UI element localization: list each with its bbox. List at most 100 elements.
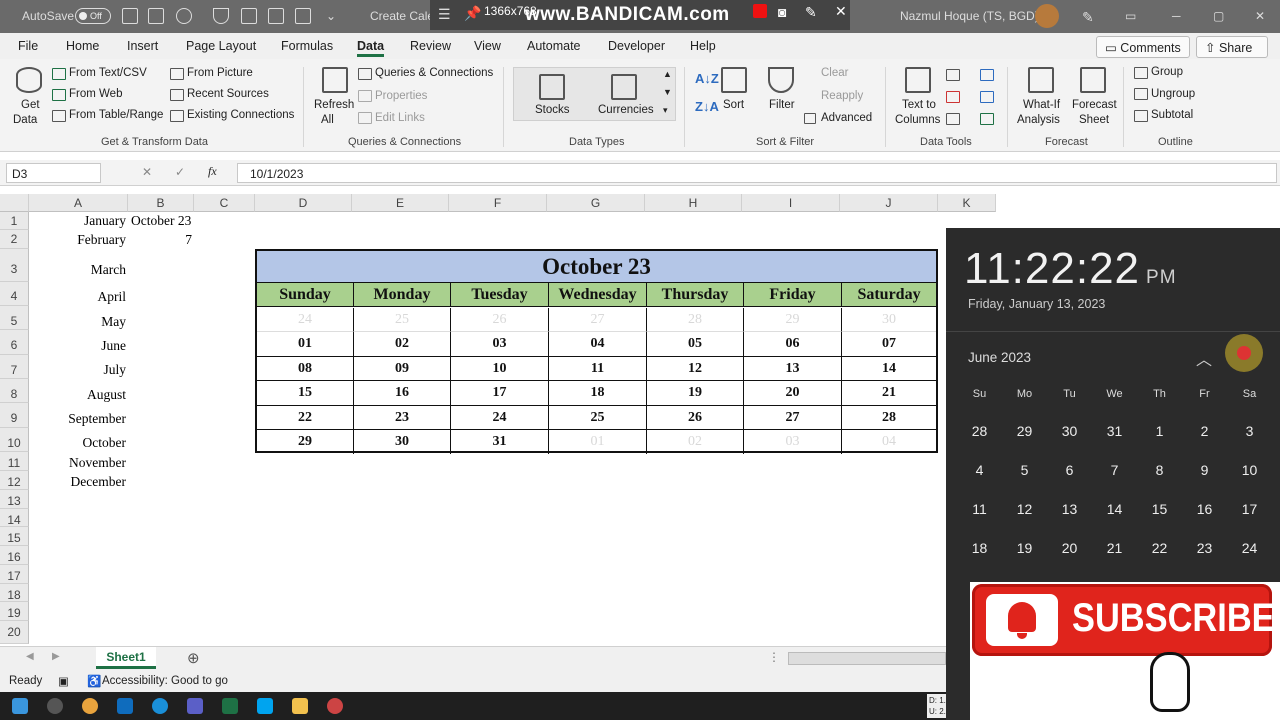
mini-calendar-day[interactable]: 6 [1047, 462, 1092, 478]
outlook-icon[interactable] [117, 698, 133, 714]
insert-function-icon[interactable]: fx [208, 164, 217, 179]
row-header[interactable]: 18 [0, 584, 29, 602]
calendar-day-cell[interactable]: 02 [354, 332, 451, 357]
calendar-day-cell[interactable]: 16 [354, 381, 451, 406]
calendar-day-cell[interactable]: 02 [647, 430, 744, 455]
currencies-button[interactable]: Currencies [598, 104, 654, 116]
column-header[interactable]: H [645, 194, 742, 212]
row-header[interactable]: 1 [0, 212, 29, 230]
data-validation-icon[interactable] [946, 113, 960, 125]
column-header[interactable]: B [128, 194, 194, 212]
calendar-day-cell[interactable]: 30 [842, 308, 936, 333]
tab-view[interactable]: View [474, 39, 501, 53]
day-header[interactable]: Wednesday [549, 283, 647, 307]
record-icon[interactable] [753, 4, 767, 18]
recent-sources-button[interactable]: Recent Sources [187, 88, 269, 100]
calendar-day-cell[interactable]: 31 [451, 430, 549, 455]
calendar-table[interactable]: October 23 Sunday Monday Tuesday Wednesd… [255, 249, 938, 455]
row-header[interactable]: 11 [0, 452, 29, 471]
day-header[interactable]: Monday [354, 283, 451, 307]
mini-calendar-day[interactable]: 3 [1227, 423, 1272, 439]
calendar-day-cell[interactable]: 27 [549, 308, 647, 333]
menu-icon[interactable]: ☰ [438, 6, 451, 23]
calendar-day-cell[interactable]: 11 [549, 356, 647, 382]
filter-qat-icon[interactable] [213, 8, 229, 24]
clear-button[interactable]: Clear [821, 67, 848, 79]
mini-calendar-day[interactable]: 21 [1092, 540, 1137, 556]
refresh-all-button[interactable]: Refresh [314, 99, 354, 111]
group-button[interactable]: Group [1151, 66, 1183, 78]
filter-button[interactable]: Filter [769, 99, 795, 111]
reapply-button[interactable]: Reapply [821, 90, 863, 102]
cell-a3[interactable]: March [91, 262, 126, 278]
calendar-day-cell[interactable]: 25 [354, 308, 451, 333]
chevron-up-icon[interactable]: ︿ [1196, 346, 1212, 370]
mini-calendar-day[interactable]: 14 [1092, 501, 1137, 517]
column-header[interactable]: D [255, 194, 352, 212]
row-header[interactable]: 16 [0, 546, 29, 565]
formula-input[interactable]: 10/1/2023 [237, 163, 1277, 183]
mini-calendar-day[interactable]: 30 [1047, 423, 1092, 439]
row-header[interactable]: 14 [0, 509, 29, 527]
calendar-day-cell[interactable]: 07 [842, 332, 936, 357]
accessibility-status[interactable]: Accessibility: Good to go [102, 675, 228, 687]
stocks-button[interactable]: Stocks [535, 104, 570, 116]
save-icon[interactable] [122, 8, 138, 24]
bandicam-icon[interactable] [327, 698, 343, 714]
chevron-down-icon[interactable] [1237, 346, 1251, 360]
ribbon-display-icon[interactable]: ▭ [1125, 9, 1136, 23]
mini-calendar-day[interactable]: 10 [1227, 462, 1272, 478]
calendar-day-cell[interactable]: 17 [451, 381, 549, 406]
calendar-day-cell[interactable]: 26 [451, 308, 549, 333]
manage-data-model-icon[interactable] [980, 113, 994, 125]
autosave-toggle[interactable]: Off [75, 8, 111, 24]
sort-button[interactable]: Sort [723, 99, 744, 111]
pin-icon[interactable]: 📌 [464, 5, 481, 22]
from-table-range-button[interactable]: From Table/Range [69, 109, 163, 121]
calendar-day-cell[interactable]: 19 [647, 381, 744, 406]
calendar-day-cell[interactable]: 14 [842, 357, 936, 382]
mini-calendar-day[interactable]: 17 [1227, 501, 1272, 517]
edit-links-button[interactable]: Edit Links [375, 112, 425, 124]
flash-fill-icon[interactable] [946, 69, 960, 81]
cell-a7[interactable]: July [103, 362, 126, 378]
undo-icon[interactable] [176, 8, 192, 24]
comments-button[interactable]: ▭ Comments [1096, 36, 1190, 58]
remove-duplicates-icon[interactable] [946, 91, 960, 103]
calendar-day-cell[interactable]: 15 [257, 381, 354, 406]
subtotal-button[interactable]: Subtotal [1151, 109, 1193, 121]
cell-b1[interactable]: October 23 [131, 213, 191, 229]
row-header[interactable]: 13 [0, 490, 29, 509]
day-header[interactable]: Tuesday [451, 283, 549, 307]
sort-qat-icon[interactable] [295, 8, 311, 24]
gallery-up-icon[interactable]: ▲ [663, 69, 672, 79]
advanced-button[interactable]: Advanced [821, 112, 872, 124]
from-picture-button[interactable]: From Picture [187, 67, 253, 79]
calendar-day-cell[interactable]: 20 [744, 381, 842, 406]
sheet-tab[interactable]: Sheet1 [96, 647, 156, 669]
prev-sheet-icon[interactable]: ◀ [26, 651, 34, 662]
cell-a5[interactable]: May [101, 314, 126, 330]
gallery-down-icon[interactable]: ▼ [663, 87, 672, 97]
accessibility-icon[interactable]: ♿ [87, 674, 101, 688]
consolidate-icon[interactable] [980, 69, 994, 81]
calendar-day-cell[interactable]: 23 [354, 405, 451, 430]
forecast-sheet-button[interactable]: Forecast [1072, 99, 1117, 111]
row-header[interactable]: 12 [0, 471, 29, 490]
cell-a11[interactable]: November [69, 455, 126, 471]
calendar-title[interactable]: October 23 [257, 251, 936, 283]
mini-calendar-day[interactable]: 12 [1002, 501, 1047, 517]
calendar-day-cell[interactable]: 28 [842, 406, 936, 430]
calendar-day-cell[interactable]: 24 [451, 405, 549, 430]
get-data-button[interactable]: Get [21, 99, 40, 111]
pen-icon[interactable]: ✎ [1082, 9, 1094, 26]
name-box[interactable]: D3 [6, 163, 101, 183]
calendar-day-cell[interactable]: 18 [549, 381, 647, 406]
enter-icon[interactable]: ✓ [175, 165, 185, 179]
cell-a9[interactable]: September [68, 411, 126, 427]
properties-button[interactable]: Properties [375, 90, 427, 102]
mini-calendar-day[interactable]: 1 [1137, 423, 1182, 439]
row-header[interactable]: 3 [0, 249, 29, 282]
day-header[interactable]: Thursday [647, 283, 744, 307]
minimize-icon[interactable]: ─ [1172, 9, 1181, 23]
